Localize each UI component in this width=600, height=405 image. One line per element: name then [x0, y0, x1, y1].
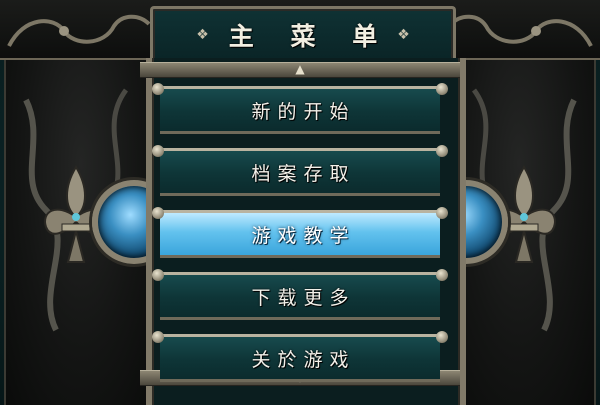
endcap-left [152, 331, 164, 343]
endcap-right [436, 83, 448, 95]
title-plate: ❖ 主 菜 单 ❖ [150, 6, 456, 61]
menu-item-label: 关於游戏 [251, 348, 356, 371]
page-title: 主 菜 单 [228, 22, 392, 51]
endcap-left [152, 145, 164, 157]
scroll-ornament-icon [7, 14, 151, 47]
menu-item-label: 新的开始 [251, 100, 356, 123]
menu-item-label: 档案存取 [251, 162, 356, 185]
menu-item-label: 下载更多 [251, 286, 356, 309]
endcap-right [436, 331, 448, 343]
menu-item-new-game[interactable]: 新的开始 [152, 83, 448, 134]
endcap-left [152, 269, 164, 281]
title-decoration-right: ❖ [397, 27, 410, 43]
endcap-right [436, 207, 448, 219]
title-decoration-left: ❖ [196, 27, 209, 43]
menu-item-label: 游戏教学 [251, 224, 356, 247]
scroll-ornament-icon [449, 14, 593, 47]
arrow-up-icon[interactable]: ▲ [293, 63, 307, 75]
menu-item-download-more[interactable]: 下载更多 [152, 269, 448, 320]
menu-item-save-load[interactable]: 档案存取 [152, 145, 448, 196]
endcap-right [436, 269, 448, 281]
endcap-left [152, 83, 164, 95]
menu-item-about[interactable]: 关於游戏 [152, 331, 448, 382]
endcap-left [152, 207, 164, 219]
main-menu-screen: ❖ 主 菜 单 ❖ ▲ ▼ 新的开始 档案存取 游戏教学 下载更多 关於游戏 [0, 0, 600, 405]
menu-item-tutorial[interactable]: 游戏教学 [152, 207, 448, 258]
endcap-right [436, 145, 448, 157]
